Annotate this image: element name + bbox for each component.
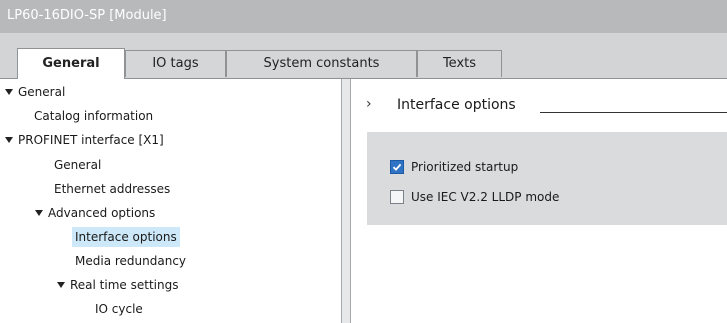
prioritized-startup-checkbox[interactable] [390, 160, 404, 174]
iec-lldp-mode-checkbox[interactable] [390, 190, 404, 204]
tree-item-interface-options[interactable]: Interface options [72, 226, 180, 248]
tab-general[interactable]: General [17, 48, 125, 79]
caret-down-icon[interactable] [5, 137, 13, 143]
section-title: Interface options [397, 97, 516, 113]
checkmark-icon [392, 163, 402, 171]
editor-title-bar: LP60-16DIO-SP [Module] [0, 0, 727, 33]
tab-io-tags[interactable]: IO tags [125, 50, 226, 77]
module-title: LP60-16DIO-SP [Module] [7, 8, 167, 23]
caret-down-icon[interactable] [57, 282, 65, 288]
tree-item-interface-general[interactable]: General [54, 154, 101, 176]
prioritized-startup-label: Prioritized startup [411, 160, 519, 174]
navigation-tree: General Catalog information PROFINET int… [0, 79, 340, 323]
interface-options-panel: Prioritized startup Use IEC V2.2 LLDP mo… [367, 132, 727, 225]
tree-item-real-time-settings[interactable]: Real time settings [57, 274, 178, 296]
panel-splitter[interactable] [341, 79, 351, 323]
tree-item-ethernet-addresses[interactable]: Ethernet addresses [54, 178, 170, 200]
tree-item-general[interactable]: General [5, 81, 65, 103]
tab-bar: General IO tags System constants Texts [0, 33, 727, 79]
tab-system-constants[interactable]: System constants [226, 50, 417, 77]
caret-down-icon[interactable] [35, 210, 43, 216]
tab-texts[interactable]: Texts [417, 50, 502, 77]
caret-down-icon[interactable] [5, 89, 13, 95]
tree-item-catalog-information[interactable]: Catalog information [34, 105, 153, 127]
chevron-right-icon[interactable]: › [366, 96, 372, 112]
tree-item-profinet-interface[interactable]: PROFINET interface [X1] [5, 129, 164, 151]
tree-item-media-redundancy[interactable]: Media redundancy [75, 250, 186, 272]
section-divider [540, 112, 727, 113]
tree-item-io-cycle[interactable]: IO cycle [95, 298, 143, 320]
properties-content: › Interface options Prioritized startup … [351, 79, 727, 323]
section-header-interface-options[interactable]: › Interface options [366, 96, 727, 116]
tree-item-advanced-options[interactable]: Advanced options [35, 202, 155, 224]
iec-lldp-mode-label: Use IEC V2.2 LLDP mode [411, 190, 560, 204]
